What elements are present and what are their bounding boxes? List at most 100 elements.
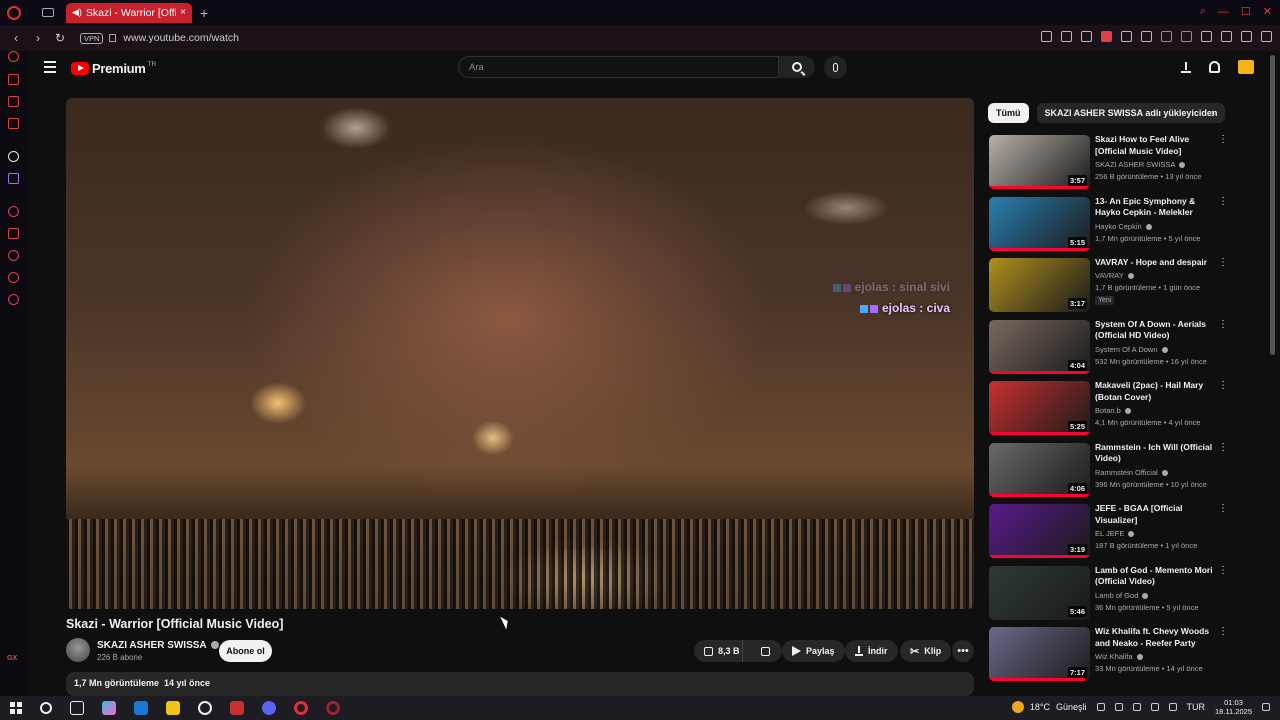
recommendation-channel[interactable]: Botan.b bbox=[1095, 406, 1131, 415]
recommendation-channel-text[interactable]: SKAZI ASHER SWISSA bbox=[1095, 160, 1175, 169]
new-tab-button[interactable]: + bbox=[200, 5, 208, 21]
recommendation-thumbnail[interactable]: 7:17 bbox=[989, 627, 1090, 681]
app-icon[interactable] bbox=[230, 701, 244, 715]
search-button[interactable] bbox=[779, 56, 815, 78]
player-icon[interactable] bbox=[1121, 31, 1132, 42]
recommendation-item[interactable]: 3:57 Skazi How to Feel Alive [Official M… bbox=[988, 133, 1242, 195]
maximize-icon[interactable]: ☐ bbox=[1241, 5, 1251, 18]
recommendation-channel[interactable]: Wiz Khalifa bbox=[1095, 652, 1143, 661]
workspace-icon[interactable] bbox=[8, 151, 19, 162]
recommendation-item[interactable]: 4:06 Rammstein - Ich Will (Official Vide… bbox=[988, 441, 1242, 503]
recommendation-channel[interactable]: EL JEFE bbox=[1095, 529, 1135, 538]
recommendation-channel-text[interactable]: Wiz Khalifa bbox=[1095, 652, 1133, 661]
recommendation-channel-text[interactable]: Hayko Cepkin bbox=[1095, 222, 1142, 231]
scrollbar[interactable] bbox=[1270, 55, 1275, 355]
forward-icon[interactable]: › bbox=[32, 31, 44, 45]
kebab-menu-icon[interactable]: ⋮ bbox=[1218, 380, 1228, 391]
recommendation-channel[interactable]: VAVRAY bbox=[1095, 271, 1134, 280]
recommendation-item[interactable]: 5:25 Makaveli (2pac) - Hail Mary (Botan … bbox=[988, 379, 1242, 441]
browser-tab-active[interactable]: ◀) Skazi - Warrior [Officia × bbox=[66, 2, 192, 23]
volume-icon[interactable] bbox=[1168, 703, 1177, 711]
recommendation-title[interactable]: Lamb of God - Memento Mori (Official Vid… bbox=[1095, 565, 1220, 588]
recommendation-channel-text[interactable]: System Of A Down bbox=[1095, 345, 1158, 354]
recommendation-title[interactable]: 13- An Epic Symphony & Hayko Cepkin - Me… bbox=[1095, 196, 1220, 219]
recommendation-channel[interactable]: SKAZI ASHER SWISSA bbox=[1095, 160, 1186, 169]
close-window-icon[interactable]: ✕ bbox=[1263, 5, 1272, 18]
speaker-icon[interactable]: ◀) bbox=[72, 7, 82, 18]
menu-icon[interactable] bbox=[44, 61, 56, 76]
language-indicator[interactable]: TUR bbox=[1187, 702, 1206, 712]
download-button[interactable]: İndir bbox=[845, 640, 898, 662]
recommendation-channel[interactable]: Lamb of God bbox=[1095, 591, 1149, 600]
channel-avatar[interactable] bbox=[66, 638, 90, 662]
recommendation-channel[interactable]: System Of A Down bbox=[1095, 345, 1168, 354]
upload-icon[interactable] bbox=[1181, 61, 1191, 73]
recommendation-channel-text[interactable]: Lamb of God bbox=[1095, 591, 1138, 600]
vpn-badge[interactable]: VPN bbox=[80, 32, 104, 44]
weather-widget[interactable]: 18°C Güneşli bbox=[1011, 701, 1087, 713]
opera-gx-icon[interactable] bbox=[326, 701, 340, 715]
youtube-logo[interactable]: Premium TR bbox=[71, 61, 156, 76]
recommendation-thumbnail[interactable]: 3:17 bbox=[989, 258, 1090, 312]
extensions-icon[interactable] bbox=[1201, 31, 1212, 42]
chips-next-icon[interactable]: › bbox=[1211, 106, 1215, 120]
clock[interactable]: 01:03 18.11.2025 bbox=[1215, 698, 1252, 716]
messenger-icon[interactable] bbox=[8, 96, 19, 107]
kebab-menu-icon[interactable]: ⋮ bbox=[1218, 503, 1228, 514]
reload-icon[interactable]: ↻ bbox=[54, 31, 66, 45]
easy-setup-icon[interactable] bbox=[1261, 31, 1272, 42]
recommendation-thumbnail[interactable]: 3:57 bbox=[989, 135, 1090, 189]
video-player[interactable]: ejolas : sinal sivi ejolas : civa bbox=[66, 98, 974, 609]
recommendation-item[interactable]: 3:19 JEFE - BGAA [Official Visualizer] E… bbox=[988, 502, 1242, 564]
task-view-icon[interactable] bbox=[70, 701, 84, 715]
recommendation-title[interactable]: Rammstein - Ich Will (Official Video) bbox=[1095, 442, 1220, 465]
tray-icon[interactable] bbox=[1114, 703, 1123, 711]
description-box[interactable]: 1,7 Mn görüntüleme 14 yıl önce bbox=[66, 672, 974, 696]
back-icon[interactable]: ‹ bbox=[10, 31, 22, 45]
kebab-menu-icon[interactable]: ⋮ bbox=[1218, 565, 1228, 576]
subscribe-button[interactable]: Abone ol bbox=[219, 640, 272, 662]
recommendation-item[interactable]: 7:17 Wiz Khalifa ft. Chevy Woods and Nea… bbox=[988, 625, 1242, 687]
notifications-icon[interactable] bbox=[1209, 61, 1220, 73]
recommendation-item[interactable]: 5:15 13- An Epic Symphony & Hayko Cepkin… bbox=[988, 195, 1242, 257]
snapshot-icon[interactable] bbox=[1081, 31, 1092, 42]
opera-logo-icon[interactable] bbox=[7, 5, 21, 20]
search-tabs-icon[interactable]: ⌕ bbox=[1200, 5, 1206, 18]
recommendation-item[interactable]: 5:46 Lamb of God - Memento Mori (Officia… bbox=[988, 564, 1242, 626]
recommendation-title[interactable]: VAVRAY - Hope and despair bbox=[1095, 257, 1220, 269]
share-button[interactable]: Paylaş bbox=[782, 640, 845, 662]
network-icon[interactable] bbox=[1150, 703, 1159, 711]
copilot-icon[interactable] bbox=[102, 701, 116, 715]
dislike-button[interactable] bbox=[748, 640, 782, 662]
recommendation-channel-text[interactable]: Botan.b bbox=[1095, 406, 1121, 415]
edge-icon[interactable] bbox=[134, 701, 148, 715]
kebab-menu-icon[interactable]: ⋮ bbox=[1218, 196, 1228, 207]
kebab-menu-icon[interactable]: ⋮ bbox=[1218, 134, 1228, 145]
clip-button[interactable]: ✂ Klip bbox=[900, 640, 952, 662]
recommendation-thumbnail[interactable]: 3:19 bbox=[989, 504, 1090, 558]
chip-all[interactable]: Tümü bbox=[988, 103, 1029, 123]
recommendation-item[interactable]: 3:17 VAVRAY - Hope and despair VAVRAY Ye… bbox=[988, 256, 1242, 318]
tab-islands-icon[interactable] bbox=[42, 8, 54, 17]
tray-icon[interactable] bbox=[1132, 703, 1141, 711]
recommendation-title[interactable]: System Of A Down - Aerials (Official HD … bbox=[1095, 319, 1220, 342]
profile-icon[interactable] bbox=[1221, 31, 1232, 42]
recommendation-thumbnail[interactable]: 4:06 bbox=[989, 442, 1090, 497]
url-field[interactable]: www.youtube.com/watch bbox=[123, 32, 239, 44]
kebab-menu-icon[interactable]: ⋮ bbox=[1218, 257, 1228, 268]
channel-name[interactable]: SKAZI ASHER SWISSA bbox=[97, 640, 219, 651]
search-input[interactable]: Ara bbox=[458, 56, 779, 78]
search-taskbar-icon[interactable] bbox=[40, 702, 52, 714]
recommendation-title[interactable]: Wiz Khalifa ft. Chevy Woods and Neako - … bbox=[1095, 626, 1220, 649]
pin-icon[interactable] bbox=[1061, 31, 1072, 42]
music-player-icon[interactable] bbox=[8, 118, 19, 129]
kebab-menu-icon[interactable]: ⋮ bbox=[1218, 626, 1228, 637]
aria-icon[interactable] bbox=[8, 51, 19, 62]
lock-icon[interactable] bbox=[109, 34, 117, 42]
recommendation-channel[interactable]: Rammstein Official bbox=[1095, 468, 1168, 477]
recommendation-thumbnail[interactable]: 5:25 bbox=[989, 381, 1090, 435]
chip-uploader[interactable]: SKAZI ASHER SWISSA adlı yükleyiciden bbox=[1036, 103, 1226, 123]
kebab-menu-icon[interactable]: ⋮ bbox=[1218, 442, 1228, 453]
voice-search-button[interactable] bbox=[824, 56, 847, 79]
recommendation-channel-text[interactable]: EL JEFE bbox=[1095, 529, 1124, 538]
